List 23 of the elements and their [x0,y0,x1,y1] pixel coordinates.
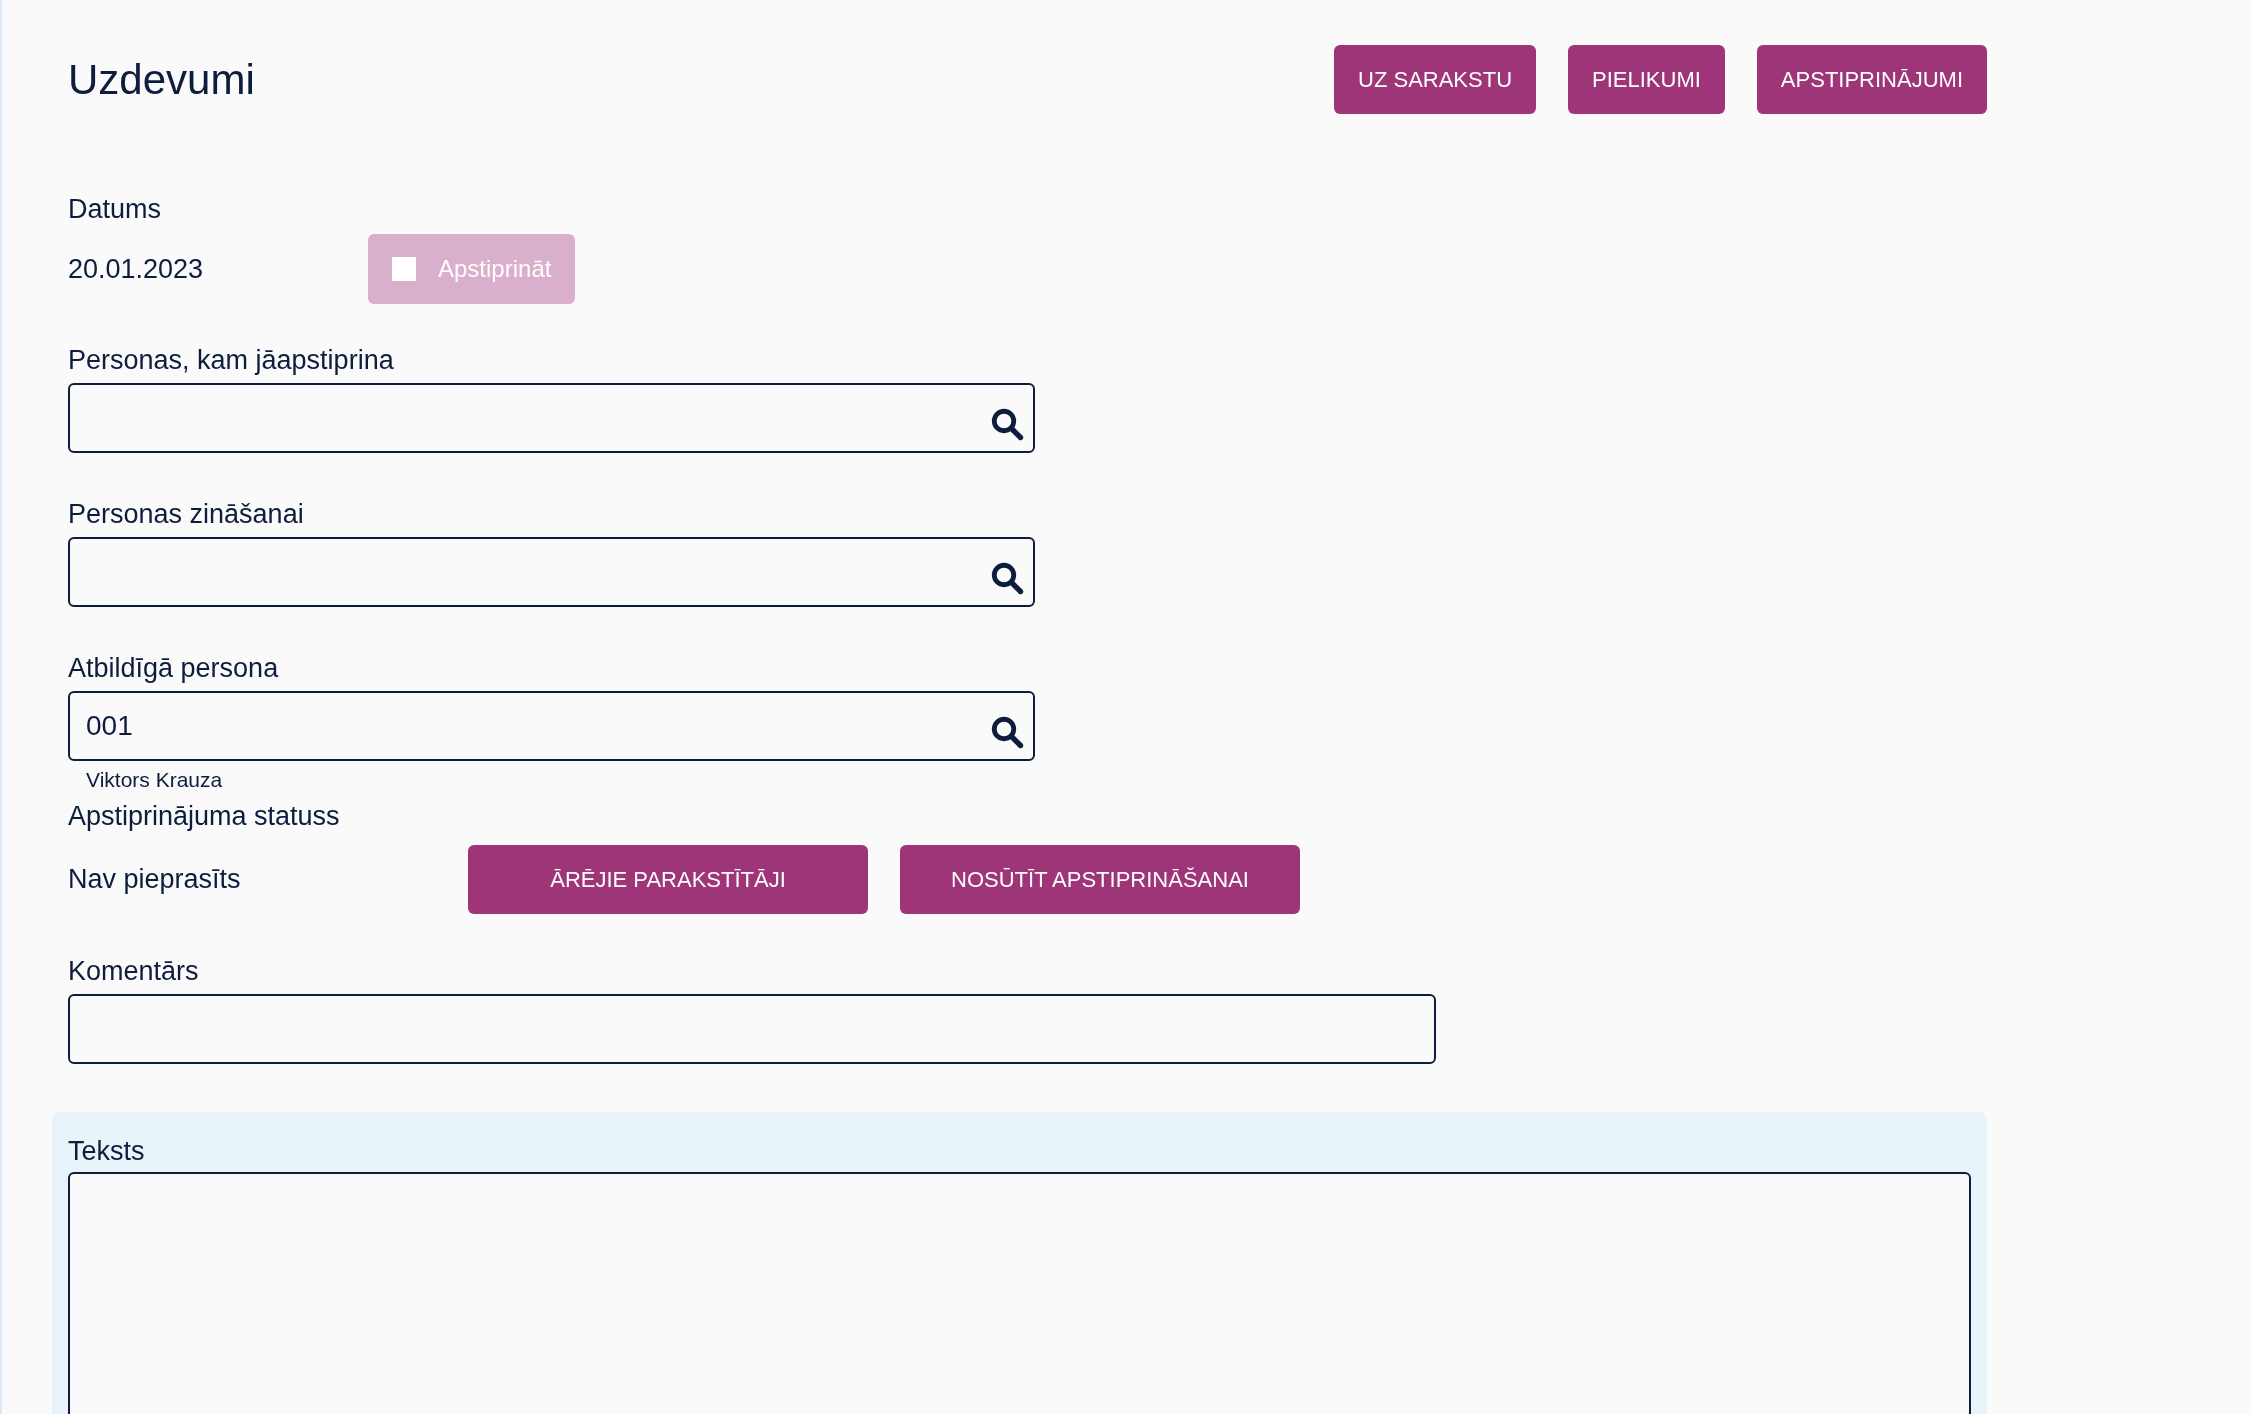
search-field[interactable] [68,537,1035,607]
status-button[interactable]: NOSŪTĪT APSTIPRINĀŠANAI [900,845,1300,914]
search-icon[interactable] [989,406,1025,442]
field-label: Apstiprinājuma statuss [68,800,341,833]
field-label: Teksts [68,1135,146,1168]
search-icon[interactable] [989,714,1025,750]
field-label: Personas zināšanai [68,498,305,531]
person-name: Viktors Krauza [86,767,224,793]
comment-field[interactable] [68,994,1436,1064]
header-button[interactable]: UZ SARAKSTU [1334,45,1537,114]
page-title: Uzdevumi [68,55,256,104]
field-label: Atbildīgā persona [68,652,280,685]
field-label: Personas, kam jāapstiprina [68,344,395,377]
search-field[interactable]: 001 [68,691,1035,761]
field-label: Komentārs [68,955,200,988]
search-field[interactable] [68,383,1035,453]
status-value: Nav pieprasīts [68,864,242,895]
date-value: 20.01.2023 [68,253,205,285]
header-button[interactable]: APSTIPRINĀJUMI [1756,45,1987,114]
field-label: Datums [68,193,163,226]
header-button[interactable]: PIELIKUMI [1568,45,1725,114]
search-icon[interactable] [989,560,1025,596]
status-button[interactable]: ĀRĒJIE PARAKSTĪTĀJI [468,845,868,914]
